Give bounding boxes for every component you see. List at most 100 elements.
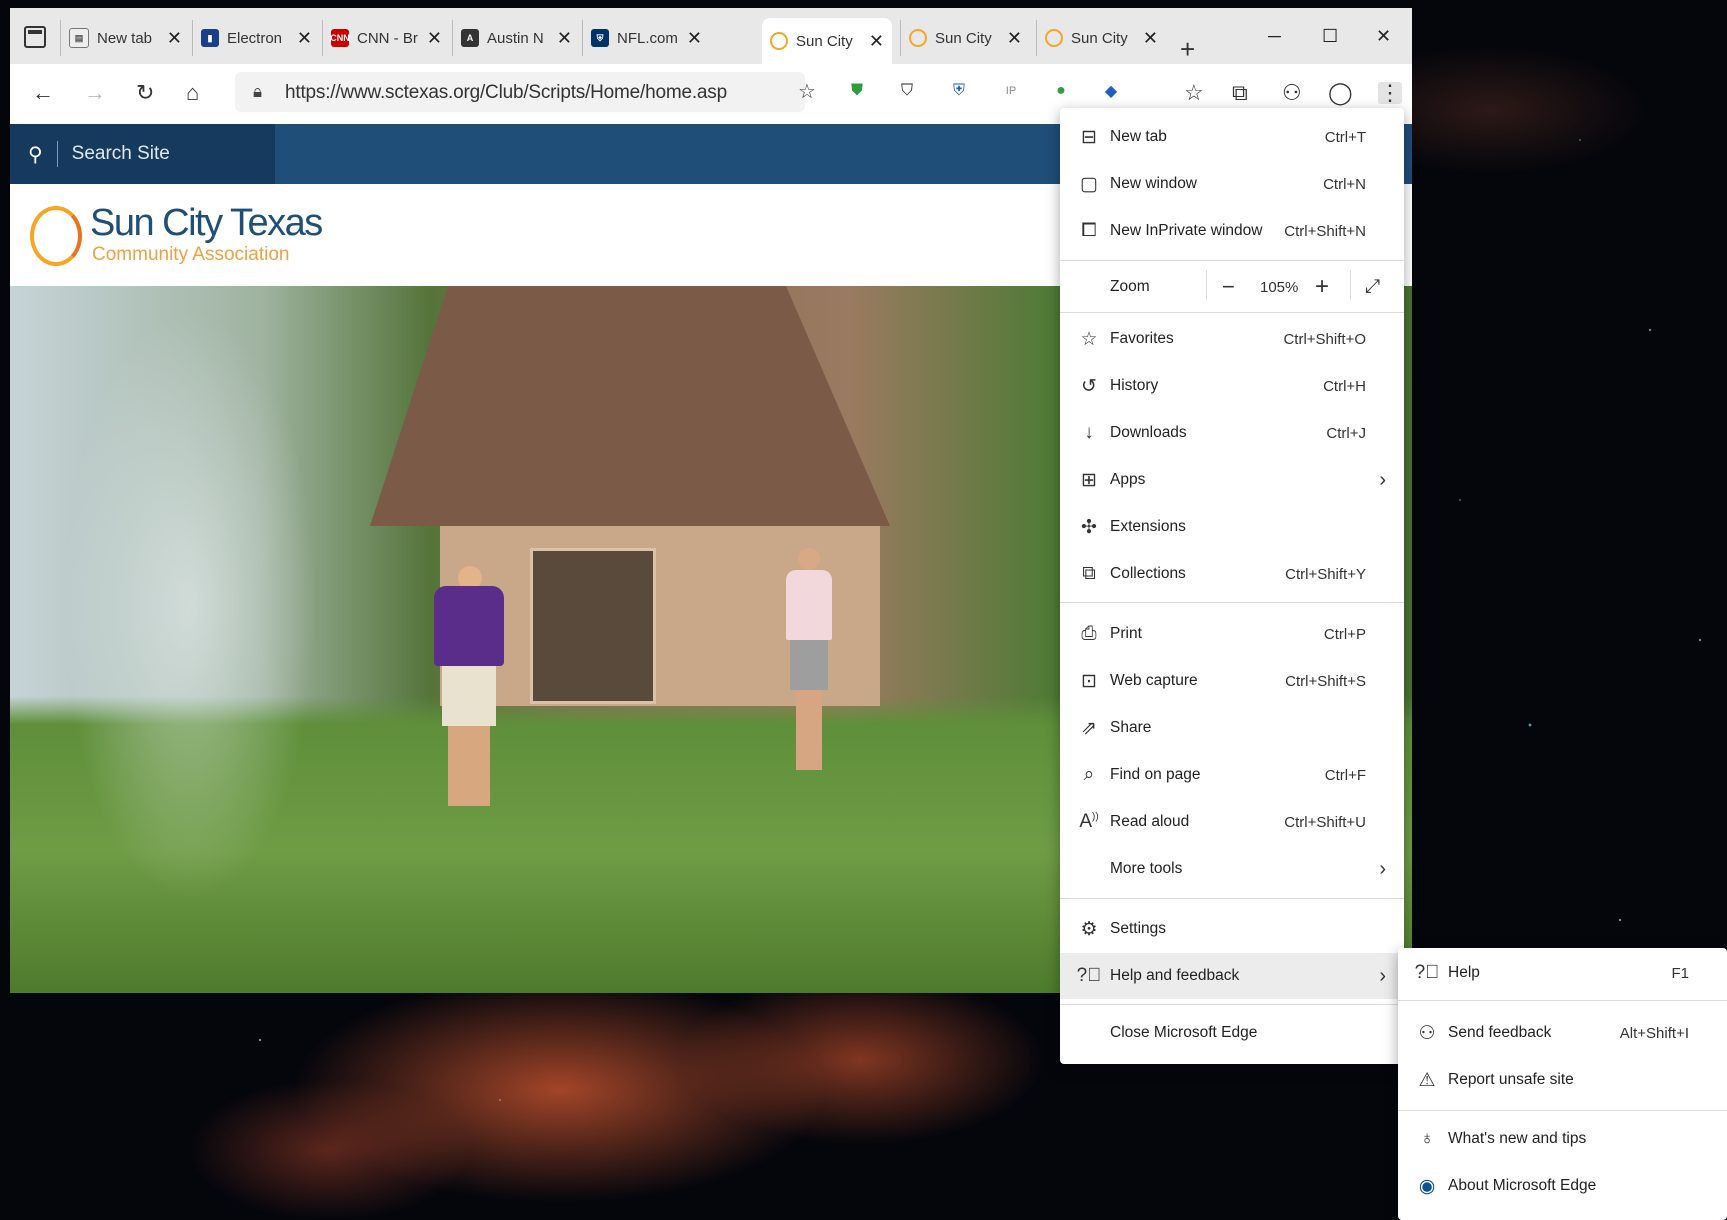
tab-new-tab[interactable]: ▤ New tab ✕ [60,20,190,56]
tab-sun-city[interactable]: Sun City ✕ [1036,20,1166,56]
menu-divider [1398,1000,1727,1001]
tab-electron[interactable]: ▮ Electron ✕ [192,20,320,56]
menu-item-label: What's new and tips [1448,1130,1587,1147]
menu-item-help-and-feedback[interactable]: ?⃝ Help and feedback › [1060,953,1404,999]
settings-and-more-icon[interactable]: ⋮ [1378,82,1402,104]
menu-item-label: Zoom [1110,278,1150,295]
menu-item-collections[interactable]: ⧉ Collections Ctrl+Shift+Y [1060,553,1404,595]
back-arrow-icon[interactable]: ← [32,82,54,104]
search-icon[interactable]: ⚲ [28,142,43,167]
hero-sprinkler-spray [10,286,370,993]
menu-item-extensions[interactable]: ✣ Extensions [1060,506,1404,548]
submenu-item-about-microsoft-edge[interactable]: ◉ About Microsoft Edge [1398,1165,1727,1207]
menu-item-shortcut: Ctrl+H [1323,377,1366,395]
extension-shield-outline-icon[interactable]: ⛉ [896,80,918,102]
zoom-in-plus-icon[interactable]: + [1315,273,1329,301]
close-tab-icon[interactable]: ✕ [1143,28,1158,49]
menu-item-new-inprivate-window[interactable]: ⧠ New InPrivate window Ctrl+Shift+N [1060,210,1404,252]
menu-item-more-tools[interactable]: More tools › [1060,848,1404,890]
submenu-item-whats-new[interactable]: ♁ What's new and tips [1398,1118,1727,1160]
address-bar[interactable]: 🔒︎ https://www.sctexas.org/Club/Scripts/… [235,72,805,112]
close-tab-icon[interactable]: ✕ [427,28,442,49]
menu-item-favorites[interactable]: ☆ Favorites Ctrl+Shift+O [1060,318,1404,360]
close-tab-icon[interactable]: ✕ [167,28,182,49]
logo-subtitle[interactable]: Community Association [92,244,289,266]
close-tab-icon[interactable]: ✕ [297,28,312,49]
tab-title: NFL.com [617,29,678,47]
menu-item-label: Downloads [1110,424,1187,441]
menu-item-label: New InPrivate window [1110,222,1263,239]
tab-nfl[interactable]: ⛨ NFL.com ✕ [582,20,710,56]
refresh-icon[interactable]: ↻ [136,82,154,104]
tab-sun-city-active[interactable]: Sun City ✕ [762,18,892,64]
extension-green-cart-icon[interactable]: ● [1050,80,1072,102]
menu-divider [1060,602,1404,603]
lock-icon[interactable]: 🔒︎ [253,82,262,102]
close-tab-icon[interactable]: ✕ [557,28,572,49]
extension-ip-icon[interactable]: IP [1000,80,1022,102]
close-tab-icon[interactable]: ✕ [1007,28,1022,49]
download-arrow-icon: ↓ [1084,422,1094,443]
minimize-icon[interactable]: ─ [1268,26,1281,47]
menu-item-label: New tab [1110,128,1167,145]
close-tab-icon[interactable]: ✕ [869,31,884,52]
fullscreen-icon[interactable]: ⤢ [1365,276,1380,298]
submenu-item-help[interactable]: ?⃝ Help F1 [1398,952,1727,994]
extension-shield-green-icon[interactable]: ⛊ [846,80,868,102]
menu-item-find-on-page[interactable]: ⌕ Find on page Ctrl+F [1060,754,1404,796]
hero-golfer-purple [434,566,504,816]
menu-item-label: Share [1110,719,1152,736]
menu-item-web-capture[interactable]: ⊡ Web capture Ctrl+Shift+S [1060,660,1404,702]
menu-item-close-microsoft-edge[interactable]: Close Microsoft Edge [1060,1012,1404,1054]
menu-item-downloads[interactable]: ↓ Downloads Ctrl+J [1060,412,1404,454]
tab-title: Sun City [1071,29,1128,47]
menu-item-new-window[interactable]: ▢ New window Ctrl+N [1060,163,1404,205]
tab-sun-city[interactable]: Sun City ✕ [900,20,1030,56]
menu-item-history[interactable]: ↺ History Ctrl+H [1060,365,1404,407]
menu-item-shortcut: Ctrl+Shift+U [1284,813,1366,831]
profile-icon[interactable]: ◯ [1328,82,1353,104]
menu-item-new-tab[interactable]: ⊟ New tab Ctrl+T [1060,116,1404,158]
sun-logo-icon[interactable] [30,206,82,266]
search-input[interactable]: Search Site [72,143,170,165]
close-tab-icon[interactable]: ✕ [687,28,702,49]
forward-arrow-icon[interactable]: → [84,82,106,104]
tab-actions-icon[interactable] [24,26,46,48]
collections-icon[interactable]: ⧉ [1232,82,1248,104]
share-icon: ⇗ [1081,717,1097,739]
menu-item-apps[interactable]: ⊞ Apps › [1060,459,1404,501]
submenu-item-send-feedback[interactable]: ⚇ Send feedback Alt+Shift+I [1398,1012,1727,1054]
hero-house-window [530,548,656,704]
warning-triangle-icon: ⚠ [1418,1069,1436,1091]
menu-item-settings[interactable]: ⚙ Settings [1060,908,1404,950]
extension-bitwarden-icon[interactable]: ⛨ [948,80,970,102]
menu-divider [1060,312,1404,313]
menu-item-read-aloud[interactable]: A)) Read aloud Ctrl+Shift+U [1060,801,1404,843]
tab-cnn[interactable]: CNN CNN - Br ✕ [322,20,450,56]
menu-item-shortcut: Ctrl+N [1323,175,1366,193]
new-tab-plus-icon[interactable]: + [1180,36,1195,62]
logo-name[interactable]: Sun City Texas [90,202,323,245]
menu-divider [1060,260,1404,261]
maximize-icon[interactable]: ☐ [1322,26,1338,47]
history-clock-icon: ↺ [1081,375,1097,397]
url-text[interactable]: https://www.sctexas.org/Club/Scripts/Hom… [285,82,727,104]
menu-item-shortcut: Ctrl+Shift+S [1285,672,1366,690]
favorites-icon[interactable]: ☆ [1184,82,1204,104]
menu-item-label: More tools [1110,860,1183,877]
electron-favicon-icon: ▮ [201,29,219,47]
menu-item-zoom: Zoom − 105% + ⤢ [1060,264,1404,310]
zoom-out-minus-icon[interactable]: − [1222,274,1235,300]
submenu-item-report-unsafe-site[interactable]: ⚠ Report unsafe site [1398,1059,1727,1101]
home-icon[interactable]: ⌂ [186,82,199,104]
extension-blue-icon[interactable]: ◆ [1100,80,1122,102]
menu-item-share[interactable]: ⇗ Share [1060,707,1404,749]
feedback-icon[interactable]: ⚇ [1282,82,1302,104]
site-search[interactable]: ⚲ Search Site [10,124,275,184]
settings-gear-icon: ⚙ [1080,918,1098,940]
add-favorite-star-icon[interactable]: ☆ [798,82,816,102]
menu-item-print[interactable]: ⎙ Print Ctrl+P [1060,613,1404,655]
close-window-icon[interactable]: ✕ [1376,26,1391,47]
find-on-page-icon: ⌕ [1083,764,1095,785]
tab-austin[interactable]: A Austin N ✕ [452,20,580,56]
